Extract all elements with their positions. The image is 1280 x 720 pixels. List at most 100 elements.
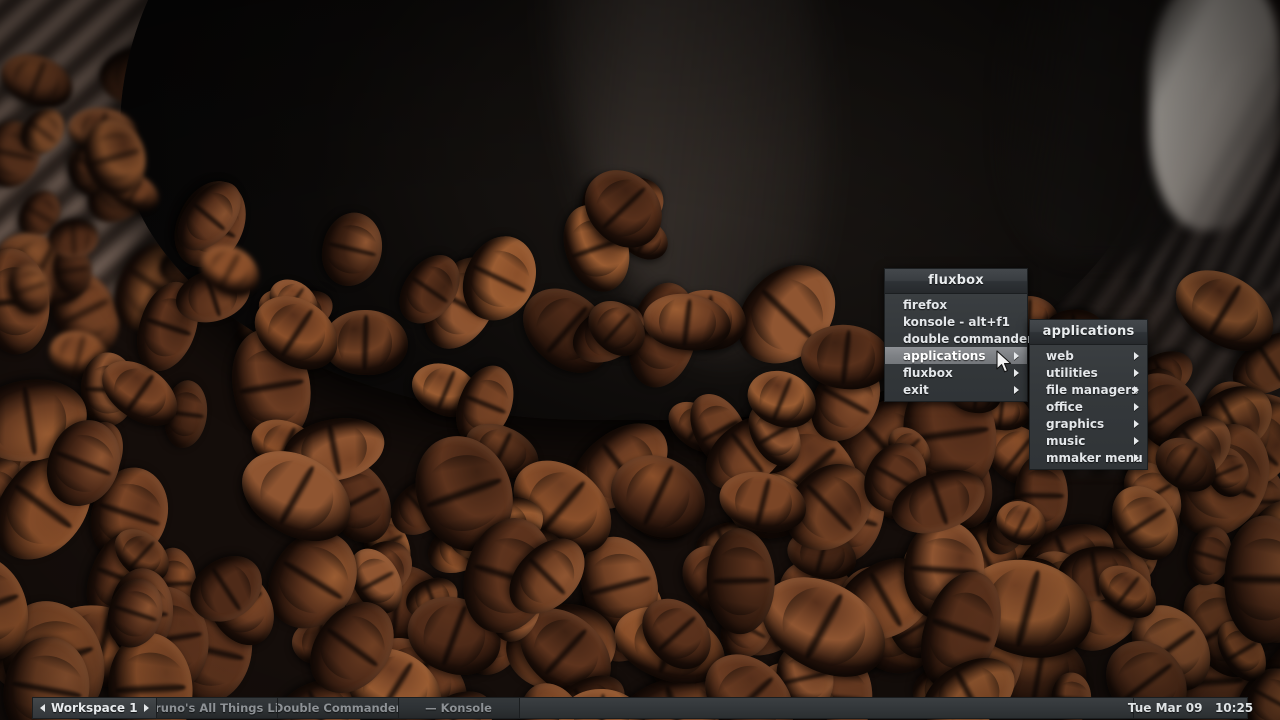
apps-menu-item-office[interactable]: office [1030,398,1147,415]
wallpaper-bean-crease [191,200,228,233]
menu-item-label: fluxbox [903,365,953,380]
taskbar-window-list[interactable]: Bruno's All Things LinDouble Commander — … [156,698,520,718]
menu-item-label: graphics [1046,416,1105,431]
wallpaper-bean-crease [358,568,396,593]
wallpaper-bean-crease [218,251,243,289]
apps-menu-item-file-managers[interactable]: file managers [1030,381,1147,398]
wallpaper-bean-crease [56,265,90,275]
wallpaper-bean-crease [275,463,319,527]
wallpaper-bean-crease [28,119,58,144]
menu-item-label: utilities [1046,365,1098,380]
submenu-arrow-icon [1014,368,1019,377]
wallpaper-bean-crease [1011,506,1032,540]
submenu-arrow-icon [1134,436,1139,445]
wallpaper-bean-crease [281,557,346,603]
wallpaper-bean-crease [70,221,77,255]
wallpaper-bean-crease [752,477,774,527]
wallpaper-bean-crease [238,375,304,398]
submenu-arrow-icon [1134,368,1139,377]
wallpaper-bean-crease [327,240,378,260]
wallpaper-bean-crease [1231,571,1280,587]
taskbar-clock: Tue Mar 09 10:25 [1128,698,1253,718]
wallpaper-coffee-bean [47,217,100,259]
submenu-arrow-icon [1014,351,1019,360]
wallpaper-bean-crease [112,602,158,624]
menu-item-label: web [1046,348,1074,363]
root-menu-item-double-commander[interactable]: double commander [885,330,1033,347]
wallpaper-bean-crease [424,474,504,512]
wallpaper-bean-crease [1205,282,1245,338]
applications-submenu[interactable]: applications web utilities file managers of… [1029,319,1148,470]
wallpaper-bean-crease [1192,548,1228,564]
menu-item-label: konsole - alt+f1 [903,314,1010,329]
menu-item-label: exit [903,382,929,397]
submenu-arrow-icon [1134,402,1139,411]
wallpaper-bean-crease [277,307,316,359]
wallpaper-bean-crease [926,477,952,527]
submenu-arrow-icon [1134,453,1139,462]
wallpaper-bean-crease [930,614,993,647]
root-menu-item-list[interactable]: firefox konsole - alt+f1 double commander a… [885,294,1033,401]
menu-item-label: office [1046,399,1083,414]
wallpaper-bean-crease [12,280,48,297]
wallpaper-bean-crease [1255,342,1280,384]
submenu-arrow-icon [1134,351,1139,360]
root-menu-item-firefox[interactable]: firefox [885,296,1027,313]
wallpaper-bean-crease [434,369,457,412]
fluxbox-root-menu[interactable]: fluxbox firefox konsole - alt+f1 double co… [884,268,1033,402]
wallpaper-bean-crease [115,681,187,697]
apps-menu-item-utilities[interactable]: utilities [1030,364,1147,381]
apps-menu-item-graphics[interactable]: graphics [1030,415,1147,432]
wallpaper-bean-crease [600,184,648,231]
taskbar-window-label: Double Commander [277,701,399,715]
apps-menu-item-mmaker-menu[interactable]: mmaker menu [1030,449,1147,466]
wallpaper-bean-crease [1122,506,1169,540]
taskbar-window-label: Bruno's All Things Lin [157,701,277,715]
taskbar[interactable]: Workspace 1 Bruno's All Things LinDouble… [32,697,1253,719]
root-menu-item-exit[interactable]: exit [885,381,1027,398]
workspace-label: Workspace 1 [51,701,138,715]
wallpaper-bean-crease [18,386,41,456]
submenu-arrow-icon [1134,385,1139,394]
taskbar-window-label: — Konsole [425,701,492,715]
wallpaper-bean-crease [838,330,854,385]
menu-item-label: double commander [903,331,1034,346]
wallpaper-bean-crease [97,500,161,529]
submenu-arrow-icon [1134,419,1139,428]
wallpaper-bean-crease [1114,574,1142,607]
triangle-left-icon[interactable] [40,704,45,712]
menu-item-label: mmaker menu [1046,450,1143,465]
wallpaper-bean-crease [526,556,569,598]
wallpaper-coffee-bean [315,206,390,293]
desktop[interactable]: fluxbox firefox konsole - alt+f1 double co… [0,0,1280,720]
applications-menu-item-list[interactable]: web utilities file managers office graphics m… [1030,345,1147,469]
wallpaper-bean-crease [89,146,141,168]
arrow-pointer-icon [996,350,1012,373]
wallpaper-bean-crease [128,539,157,571]
wallpaper-bean-crease [600,311,633,346]
menu-item-label: file managers [1046,382,1139,397]
wallpaper-bean-crease [711,574,769,587]
wallpaper-bean-crease [800,591,847,662]
wallpaper-coffee-bean [705,527,776,635]
taskbar-empty-area [519,698,1134,718]
apps-menu-item-web[interactable]: web [1030,347,1147,364]
wallpaper-bean-crease [1226,639,1259,663]
wallpaper-bean-crease [679,297,695,346]
wallpaper-bean-crease [1011,567,1045,649]
wallpaper-bean-crease [541,626,591,678]
root-menu-title: fluxbox [885,269,1027,294]
taskbar-workspace-switcher[interactable]: Workspace 1 [33,698,157,718]
submenu-arrow-icon [1014,385,1019,394]
apps-menu-item-music[interactable]: music [1030,432,1147,449]
taskbar-window-button[interactable]: — Konsole [398,698,520,718]
taskbar-window-button[interactable]: Double Commander [277,698,399,718]
taskbar-window-button[interactable]: Bruno's All Things Lin [156,698,278,718]
wallpaper-bean-crease [587,572,652,599]
menu-item-label: firefox [903,297,948,312]
wallpaper-bean-crease [438,604,470,668]
wallpaper-bean-crease [360,314,371,370]
triangle-right-icon[interactable] [143,704,149,712]
menu-item-label: music [1046,433,1086,448]
root-menu-item-konsole-alt-f1[interactable]: konsole - alt+f1 [885,313,1027,330]
